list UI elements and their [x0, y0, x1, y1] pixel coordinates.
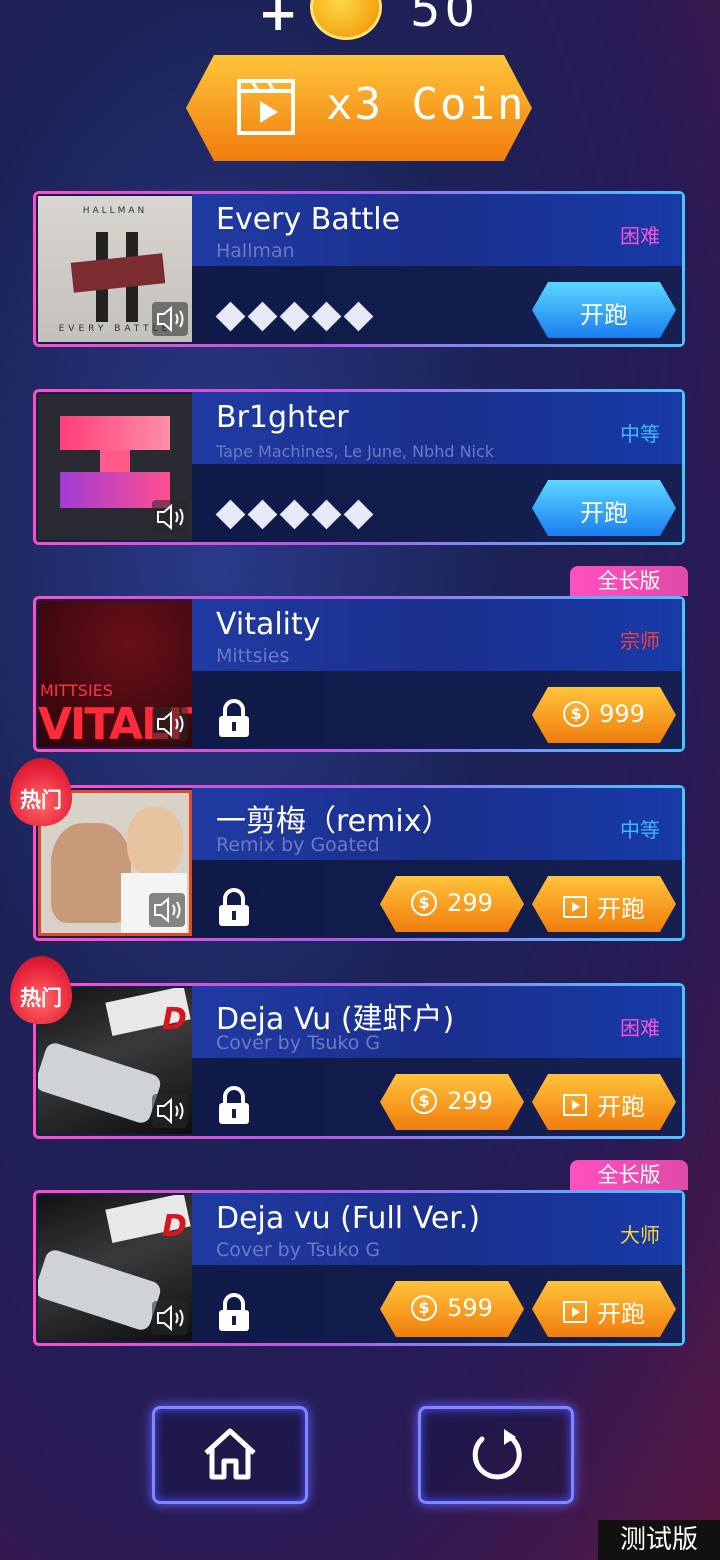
price-label: 299 [447, 889, 493, 917]
song-title: Deja vu (Full Ver.) [216, 1201, 481, 1236]
song-header: Every Battle Hallman 困难 [192, 194, 682, 266]
coin-icon: $ [411, 1295, 438, 1321]
price-label: 999 [599, 700, 645, 728]
home-icon [204, 1428, 256, 1480]
triple-coin-label: x3 Coin [326, 79, 526, 130]
song-body: $999 [192, 671, 682, 749]
hot-badge: 热门 [10, 758, 72, 826]
difficulty-label: 困难 [620, 1016, 660, 1040]
full-version-tag: 全长版 [570, 1160, 688, 1190]
preview-speaker-icon[interactable] [152, 500, 188, 534]
difficulty-label: 宗师 [620, 629, 660, 653]
star-rating [215, 301, 374, 332]
run-label: 开跑 [597, 1300, 645, 1328]
cover-text: HALLMAN [82, 206, 148, 216]
song-artist: Cover by Tsuko G [216, 1239, 381, 1261]
song-artist: Mittsies [216, 645, 290, 667]
song-title: Vitality [216, 607, 321, 642]
run-label: 开跑 [597, 1093, 645, 1121]
song-header: Br1ghter Tape Machines, Le June, Nbhd Ni… [192, 392, 682, 464]
song-card-brighter[interactable]: Br1ghter Tape Machines, Le June, Nbhd Ni… [33, 389, 685, 545]
hot-badge: 热门 [10, 956, 72, 1024]
reward-amount: 50 [410, 0, 480, 38]
refresh-icon [472, 1429, 522, 1480]
buy-button[interactable]: $299 [380, 876, 524, 932]
song-card-deja-vu[interactable]: D Deja Vu (建虾户) Cover by Tsuko G 困难 $299… [33, 983, 685, 1139]
difficulty-label: 中等 [620, 422, 660, 446]
watch-ad-run-button[interactable]: 开跑 [532, 1074, 676, 1130]
lock-icon [219, 1293, 249, 1331]
preview-speaker-icon[interactable] [152, 1301, 188, 1335]
watch-ad-run-button[interactable]: 开跑 [532, 876, 676, 932]
song-card-every-battle[interactable]: HALLMAN EVERY BATTLE Every Battle Hallma… [33, 191, 685, 347]
star-rating [215, 499, 374, 530]
song-card-deja-vu-full[interactable]: D Deja vu (Full Ver.) Cover by Tsuko G 大… [33, 1190, 685, 1346]
preview-speaker-icon[interactable] [152, 707, 188, 741]
run-label: 开跑 [580, 499, 628, 527]
song-artist: Remix by Goated [216, 834, 380, 856]
song-title: Br1ghter [216, 400, 349, 435]
song-body: 开跑 [192, 464, 682, 542]
video-clapper-icon [237, 79, 295, 135]
song-artist: Tape Machines, Le June, Nbhd Nick [216, 442, 495, 461]
hot-label: 热门 [20, 986, 62, 1010]
buy-button[interactable]: $999 [532, 687, 676, 743]
full-version-tag: 全长版 [570, 566, 688, 596]
album-cover: MITTSIES VITALITY [38, 601, 192, 747]
song-artist: Cover by Tsuko G [216, 1032, 381, 1054]
video-icon [563, 1093, 587, 1116]
run-label: 开跑 [597, 895, 645, 923]
song-card-yijianmei[interactable]: 一剪梅（remix） Remix by Goated 中等 $299 开跑 [33, 785, 685, 941]
lock-icon [219, 1086, 249, 1124]
song-title: Every Battle [216, 202, 401, 237]
reward-display: + 50 [0, 0, 720, 42]
difficulty-label: 大师 [620, 1223, 660, 1247]
album-cover: D [38, 1195, 192, 1341]
song-artist: Hallman [216, 240, 295, 262]
buy-button[interactable]: $599 [380, 1281, 524, 1337]
difficulty-label: 中等 [620, 818, 660, 842]
hot-label: 热门 [20, 788, 62, 812]
song-card-vitality[interactable]: MITTSIES VITALITY Vitality Mittsies 宗师 $… [33, 596, 685, 752]
song-body: $599 开跑 [192, 1265, 682, 1343]
album-cover: HALLMAN EVERY BATTLE [38, 196, 192, 342]
preview-speaker-icon[interactable] [149, 893, 185, 927]
coin-icon: $ [411, 1088, 438, 1114]
lock-icon [219, 699, 249, 737]
test-version-watermark: 测试版 [598, 1520, 720, 1560]
price-label: 299 [447, 1087, 493, 1115]
run-label: 开跑 [580, 301, 628, 329]
reward-plus: + [258, 0, 299, 42]
video-icon [563, 895, 587, 918]
triple-coin-button[interactable]: x3 Coin [186, 55, 532, 161]
home-button[interactable] [152, 1406, 308, 1504]
album-cover [38, 394, 192, 540]
song-header: Deja Vu (建虾户) Cover by Tsuko G 困难 [192, 986, 682, 1058]
refresh-button[interactable] [418, 1406, 574, 1504]
song-header: Deja vu (Full Ver.) Cover by Tsuko G 大师 [192, 1193, 682, 1265]
run-button[interactable]: 开跑 [532, 480, 676, 536]
song-body: $299 开跑 [192, 860, 682, 938]
song-body: $299 开跑 [192, 1058, 682, 1136]
coin-icon: $ [411, 890, 438, 916]
run-button[interactable]: 开跑 [532, 282, 676, 338]
song-body: 开跑 [192, 266, 682, 344]
buy-button[interactable]: $299 [380, 1074, 524, 1130]
difficulty-label: 困难 [620, 224, 660, 248]
coin-icon [310, 0, 382, 40]
price-label: 599 [447, 1294, 493, 1322]
song-header: Vitality Mittsies 宗师 [192, 599, 682, 671]
preview-speaker-icon[interactable] [152, 1094, 188, 1128]
preview-speaker-icon[interactable] [152, 302, 188, 336]
song-header: 一剪梅（remix） Remix by Goated 中等 [192, 788, 682, 860]
cover-text: MITTSIES [40, 681, 113, 700]
coin-icon: $ [563, 701, 590, 727]
lock-icon [219, 888, 249, 926]
watch-ad-run-button[interactable]: 开跑 [532, 1281, 676, 1337]
video-icon [563, 1300, 587, 1323]
